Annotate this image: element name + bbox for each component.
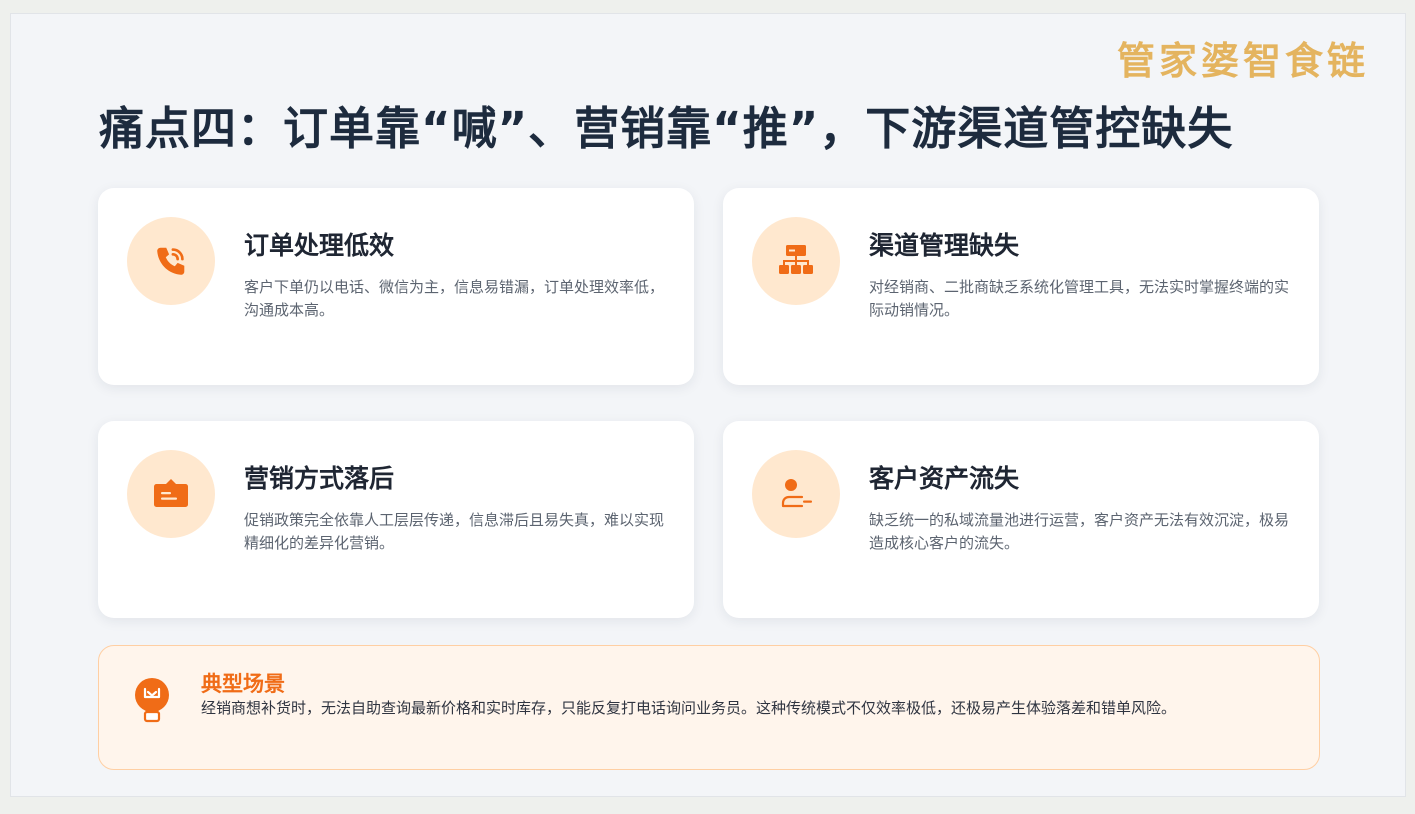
card-title: 订单处理低效 — [244, 231, 395, 260]
scenario-description: 经销商想补货时，无法自助查询最新价格和实时库存，只能反复打电话询问业务员。这种传… — [201, 699, 1177, 717]
network-icon — [779, 245, 813, 274]
phone-icon — [157, 247, 185, 275]
icon-circle — [752, 450, 840, 538]
card-description: 对经销商、二批商缺乏系统化管理工具，无法实时掌握终端的实际动销情况。 — [869, 278, 1290, 319]
icon-circle — [127, 217, 215, 305]
card-order-processing: 订单处理低效 客户下单仍以电话、微信为主，信息易错漏，订单处理效率低，沟通成本高… — [98, 188, 694, 385]
card-channel-management: 渠道管理缺失 对经销商、二批商缺乏系统化管理工具，无法实时掌握终端的实际动销情况… — [723, 188, 1319, 385]
user-minus-icon — [781, 479, 812, 508]
card-customer-assets: 客户资产流失 缺乏统一的私域流量池进行运营，客户资产无法有效沉淀，极易造成核心客… — [723, 421, 1319, 618]
card-title: 渠道管理缺失 — [869, 231, 1020, 260]
page-title: 痛点四：订单靠“喊”、营销靠“推”，下游渠道管控缺失 — [99, 102, 1234, 155]
card-title: 客户资产流失 — [869, 464, 1020, 493]
scenario-title: 典型场景 — [201, 672, 285, 696]
card-title: 营销方式落后 — [244, 464, 395, 493]
brand-logo: 管家婆智食链 — [1116, 39, 1369, 83]
slide: 管家婆智食链 痛点四：订单靠“喊”、营销靠“推”，下游渠道管控缺失 订单处理低效… — [10, 13, 1406, 797]
card-description: 促销政策完全依靠人工层层传递，信息滞后且易失真，难以实现精细化的差异化营销。 — [244, 511, 665, 552]
bullhorn-icon — [154, 479, 188, 507]
icon-circle — [752, 217, 840, 305]
card-marketing-method: 营销方式落后 促销政策完全依靠人工层层传递，信息滞后且易失真，难以实现精细化的差… — [98, 421, 694, 618]
lightbulb-icon — [135, 678, 169, 723]
typical-scenario-box: 典型场景 经销商想补货时，无法自助查询最新价格和实时库存，只能反复打电话询问业务… — [98, 645, 1320, 770]
icon-circle — [127, 450, 215, 538]
card-description: 缺乏统一的私域流量池进行运营，客户资产无法有效沉淀，极易造成核心客户的流失。 — [869, 511, 1290, 552]
card-description: 客户下单仍以电话、微信为主，信息易错漏，订单处理效率低，沟通成本高。 — [244, 278, 665, 319]
